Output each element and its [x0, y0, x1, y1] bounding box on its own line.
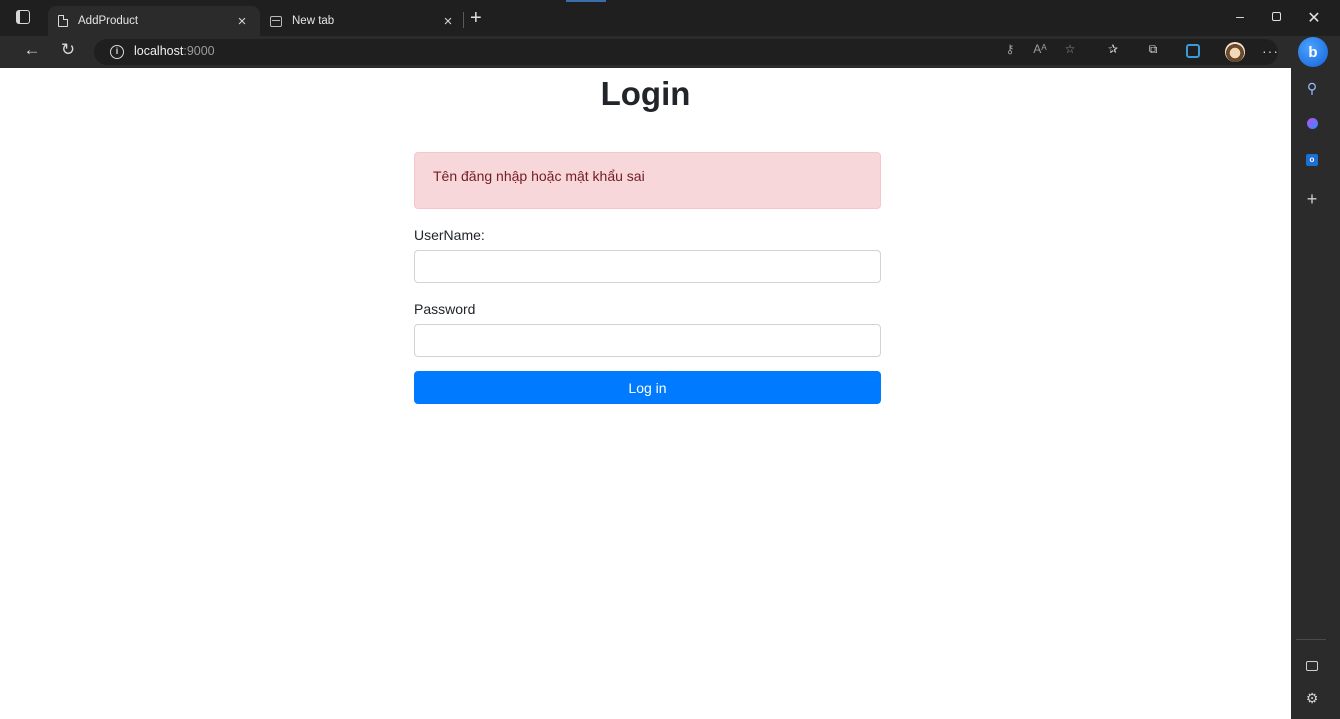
search-icon[interactable]: ⚲ [1303, 80, 1321, 98]
edge-icon[interactable] [1186, 44, 1200, 58]
new-tab-button[interactable]: + [470, 7, 482, 30]
page-title: Login [600, 75, 691, 112]
page-icon [58, 15, 68, 27]
tab-separator [463, 12, 464, 28]
minimize-button[interactable]: – [1230, 8, 1250, 24]
panel-icon[interactable] [1303, 657, 1321, 675]
page-content: Login Tên đăng nhập hoặc mật khẩu sai Us… [0, 68, 1291, 719]
browser-toolbar: ← ↻ i localhost:9000 [0, 36, 1340, 68]
close-window-button[interactable]: ✕ [1304, 8, 1324, 28]
address-bar[interactable]: i localhost:9000 [94, 39, 1278, 65]
tab-bar: AddProduct × New tab × + – ✕ [0, 0, 1340, 36]
url-host: localhost [134, 44, 184, 58]
error-alert: Tên đăng nhập hoặc mật khẩu sai [414, 152, 881, 209]
username-label: UserName: [414, 227, 485, 243]
login-button[interactable]: Log in [414, 371, 881, 404]
url-text[interactable]: localhost:9000 [134, 44, 215, 58]
username-input[interactable] [414, 250, 881, 283]
tab-addproduct[interactable]: AddProduct × [48, 6, 260, 36]
bing-icon[interactable]: b [1298, 37, 1328, 67]
tab-new-tab[interactable]: New tab × [260, 6, 466, 36]
more-icon[interactable]: ··· [1262, 43, 1279, 59]
refresh-icon[interactable]: ↻ [56, 40, 80, 60]
site-info-icon[interactable]: i [110, 45, 124, 59]
tab-title: New tab [292, 15, 335, 27]
drag-region-hint [566, 0, 606, 2]
password-input[interactable] [414, 324, 881, 357]
url-port: :9000 [183, 44, 215, 58]
copilot-icon[interactable] [1303, 115, 1321, 133]
back-arrow-icon[interactable]: ← [20, 40, 44, 60]
password-label: Password [414, 301, 476, 317]
edge-sidebar [1291, 36, 1340, 719]
favorite-icon[interactable]: ☆ [1061, 42, 1079, 56]
outlook-icon[interactable]: o [1303, 150, 1321, 168]
settings-icon[interactable]: ⚙ [1303, 690, 1321, 708]
profile-avatar[interactable] [1225, 42, 1245, 62]
restore-button[interactable] [1266, 8, 1286, 24]
tab-title: AddProduct [78, 15, 139, 27]
close-tab-icon[interactable]: × [234, 13, 250, 30]
collections-icon[interactable]: ⧉ [1144, 42, 1162, 57]
read-aloud-icon[interactable]: Aᴬ [1031, 42, 1049, 56]
restore-icon [1271, 12, 1281, 21]
close-tab-icon[interactable]: × [440, 13, 456, 30]
tab-actions-icon[interactable] [16, 10, 30, 24]
key-icon[interactable]: ⚷ [1001, 42, 1019, 56]
add-icon[interactable]: + [1303, 189, 1321, 209]
new-tab-page-icon [270, 15, 282, 27]
sidebar-divider [1296, 639, 1326, 640]
favorites-icon[interactable]: ✰ [1104, 42, 1122, 56]
